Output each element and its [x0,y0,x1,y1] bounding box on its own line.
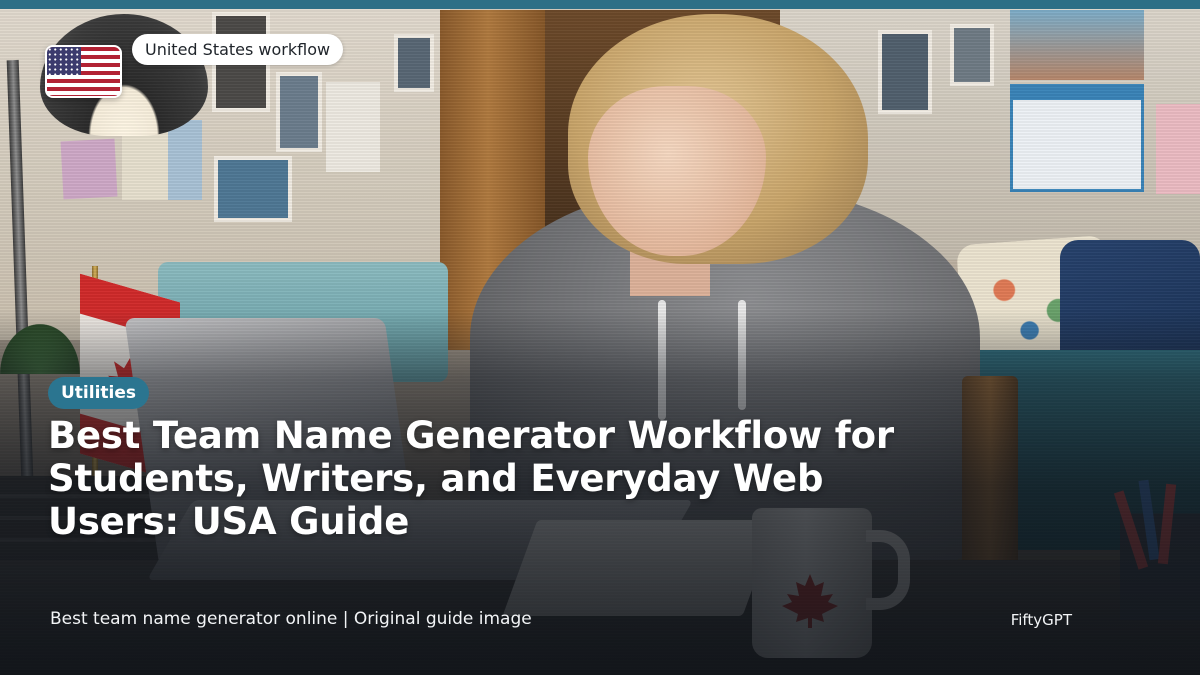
brand-name: FiftyGPT [1010,611,1072,629]
region-workflow-pill[interactable]: United States workflow [132,34,344,65]
flag-canton [47,47,81,75]
accent-top-bar [0,0,1200,9]
hero-image: United States workflow Utilities Best Te… [0,0,1200,675]
image-overlay-gradient [0,0,1200,675]
category-badge[interactable]: Utilities [48,377,150,409]
article-title: Best Team Name Generator Workflow for St… [48,414,894,543]
us-flag-icon [45,45,122,98]
image-caption: Best team name generator online | Origin… [50,609,532,629]
